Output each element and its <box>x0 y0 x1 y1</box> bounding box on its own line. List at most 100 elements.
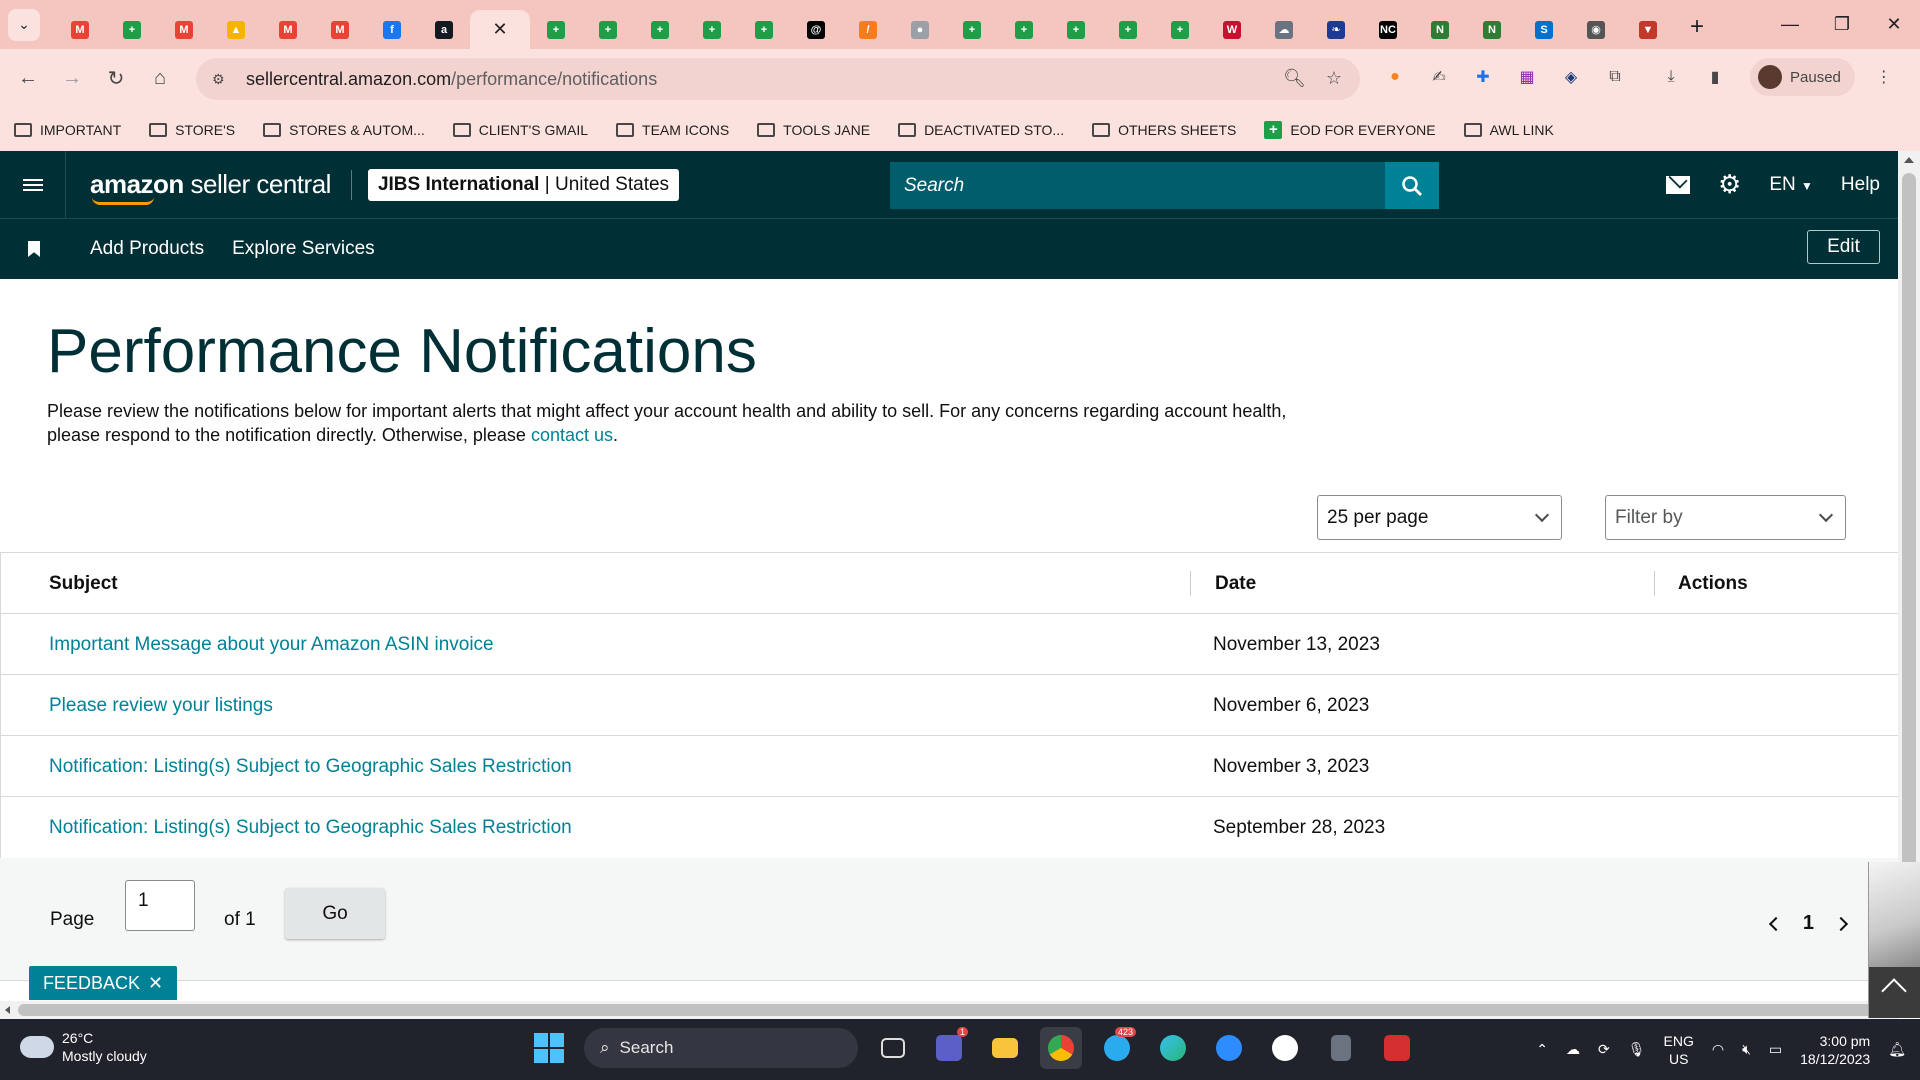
battery-icon[interactable]: ▭ <box>1769 1041 1782 1058</box>
notification-subject-link[interactable]: Please review your listings <box>49 695 273 717</box>
browser-tab[interactable]: + <box>1154 11 1206 49</box>
browser-tab[interactable]: @ <box>790 11 842 49</box>
gear-icon[interactable]: ⚙ <box>1718 169 1741 200</box>
speaker-muted-icon[interactable]: 🔇︎ <box>1742 1041 1751 1058</box>
browser-tab[interactable]: + <box>634 11 686 49</box>
active-tab[interactable]: ✕ <box>470 10 530 49</box>
browser-tab[interactable]: a <box>418 11 470 49</box>
task-view-button[interactable] <box>872 1027 914 1069</box>
microphone-icon[interactable]: 🎙︎ <box>1628 1041 1646 1058</box>
hamburger-menu-icon[interactable] <box>0 151 66 218</box>
bookmark-item[interactable]: IMPORTANT <box>14 122 121 138</box>
seller-search-input[interactable]: Search <box>890 162 1385 209</box>
extension-signature-icon[interactable]: ✍ <box>1424 62 1454 92</box>
close-window-button[interactable]: ✕ <box>1868 0 1920 49</box>
bookmark-item[interactable]: STORE'S <box>149 122 235 138</box>
browser-tab[interactable]: ❧ <box>1310 11 1362 49</box>
browser-tab[interactable]: + <box>530 11 582 49</box>
browser-tab[interactable]: N <box>1414 11 1466 49</box>
browser-tab[interactable]: + <box>998 11 1050 49</box>
browser-tab[interactable]: M <box>314 11 366 49</box>
bookmark-item[interactable]: DEACTIVATED STO... <box>898 122 1064 138</box>
nav-explore-services[interactable]: Explore Services <box>232 238 375 260</box>
vpn-app[interactable] <box>1264 1027 1306 1069</box>
current-page[interactable]: 1 <box>1803 912 1814 935</box>
browser-tab[interactable]: + <box>1050 11 1102 49</box>
contact-us-link[interactable]: contact us <box>531 425 613 445</box>
account-switcher[interactable]: JIBS International | United States <box>367 168 680 201</box>
mail-icon[interactable] <box>1666 175 1691 194</box>
bookmark-star-icon[interactable]: ☆ <box>1326 68 1342 89</box>
forward-button[interactable]: → <box>50 59 94 99</box>
tab-search-button[interactable]: ⌄ <box>8 8 40 41</box>
bookmark-icon[interactable] <box>28 241 40 257</box>
browser-tab[interactable]: / <box>842 11 894 49</box>
browser-tab[interactable]: NC <box>1362 11 1414 49</box>
address-bar[interactable]: ⚙ sellercentral.amazon.com/performance/n… <box>196 58 1360 100</box>
browser-tab[interactable]: ▲ <box>210 11 262 49</box>
scrollbar-thumb[interactable] <box>18 1004 1878 1016</box>
zoom-app[interactable] <box>1208 1027 1250 1069</box>
bookmark-item[interactable]: TEAM ICONS <box>616 122 729 138</box>
extension-orange-icon[interactable]: ● <box>1380 62 1410 92</box>
extension-grid-icon[interactable]: ◈ <box>1556 62 1586 92</box>
zoom-icon[interactable]: 🔍︎ <box>1283 68 1306 89</box>
wifi-icon[interactable]: ◠ <box>1712 1041 1724 1058</box>
horizontal-scrollbar[interactable] <box>0 1001 1898 1019</box>
bookmark-item[interactable]: + EOD FOR EVERYONE <box>1264 120 1436 139</box>
browser-tab[interactable]: W <box>1206 11 1258 49</box>
go-button[interactable]: Go <box>285 888 385 939</box>
browser-tab[interactable]: S <box>1518 11 1570 49</box>
close-icon[interactable]: ✕ <box>148 973 163 994</box>
start-button[interactable] <box>528 1027 570 1069</box>
browser-tab[interactable]: M <box>262 11 314 49</box>
browser-tab[interactable]: + <box>1102 11 1154 49</box>
profile-button[interactable]: Paused <box>1750 58 1855 96</box>
chevron-up-icon[interactable]: ⌃ <box>1536 1041 1548 1058</box>
reload-button[interactable]: ↻ <box>94 59 138 99</box>
browser-tab[interactable]: M <box>54 11 106 49</box>
new-tab-button[interactable]: + <box>1690 13 1704 41</box>
scroll-up-icon[interactable] <box>1904 157 1914 163</box>
edit-nav-button[interactable]: Edit <box>1807 230 1880 264</box>
browser-tab[interactable]: ▼ <box>1622 11 1674 49</box>
feedback-button[interactable]: FEEDBACK ✕ <box>29 966 177 1000</box>
previous-page-icon[interactable] <box>1768 916 1783 931</box>
clock[interactable]: 3:00 pm 18/12/2023 <box>1800 1032 1870 1068</box>
seller-central-logo[interactable]: amazon seller central <box>90 169 331 205</box>
restore-button[interactable]: ❐ <box>1816 0 1868 49</box>
edge-app[interactable] <box>1152 1027 1194 1069</box>
notification-subject-link[interactable]: Notification: Listing(s) Subject to Geog… <box>49 817 572 839</box>
floating-preview-window[interactable] <box>1868 862 1920 1018</box>
next-page-icon[interactable] <box>1833 916 1849 931</box>
scroll-left-icon[interactable] <box>5 1006 10 1014</box>
input-language[interactable]: ENG US <box>1664 1032 1694 1068</box>
page-number-input[interactable]: 1 <box>125 880 195 931</box>
browser-tab[interactable]: ● <box>894 11 946 49</box>
minimize-button[interactable]: — <box>1764 0 1816 49</box>
chrome-app[interactable] <box>1040 1027 1082 1069</box>
browser-tab[interactable]: ◉ <box>1570 11 1622 49</box>
file-explorer-app[interactable] <box>984 1027 1026 1069</box>
back-button[interactable]: ← <box>6 59 50 99</box>
close-icon[interactable]: ✕ <box>492 19 507 40</box>
site-info-icon[interactable]: ⚙ <box>212 71 236 88</box>
extension-blue-icon[interactable]: ✚ <box>1468 62 1498 92</box>
notification-bell-icon[interactable]: 🔔︎ <box>1888 1041 1906 1058</box>
bookmark-item[interactable]: TOOLS JANE <box>757 122 870 138</box>
home-button[interactable]: ⌂ <box>138 59 182 99</box>
notification-subject-link[interactable]: Important Message about your Amazon ASIN… <box>49 634 494 656</box>
weather-widget[interactable]: 26°C Mostly cloudy <box>18 1028 147 1065</box>
seller-search-button[interactable] <box>1385 162 1439 209</box>
notification-subject-link[interactable]: Notification: Listing(s) Subject to Geog… <box>49 756 572 778</box>
nav-add-products[interactable]: Add Products <box>90 238 204 260</box>
browser-tab[interactable]: M <box>158 11 210 49</box>
side-panel-icon[interactable]: ▮ <box>1700 62 1730 92</box>
bookmark-item[interactable]: AWL LINK <box>1463 122 1554 138</box>
filter-select[interactable]: Filter by <box>1605 495 1846 540</box>
teams-app[interactable]: 1 <box>928 1027 970 1069</box>
language-selector[interactable]: EN ▼ <box>1769 174 1813 196</box>
extension-calendar-icon[interactable]: ▦ <box>1512 62 1542 92</box>
wps-office-app[interactable] <box>1376 1027 1418 1069</box>
browser-tab[interactable]: + <box>106 11 158 49</box>
